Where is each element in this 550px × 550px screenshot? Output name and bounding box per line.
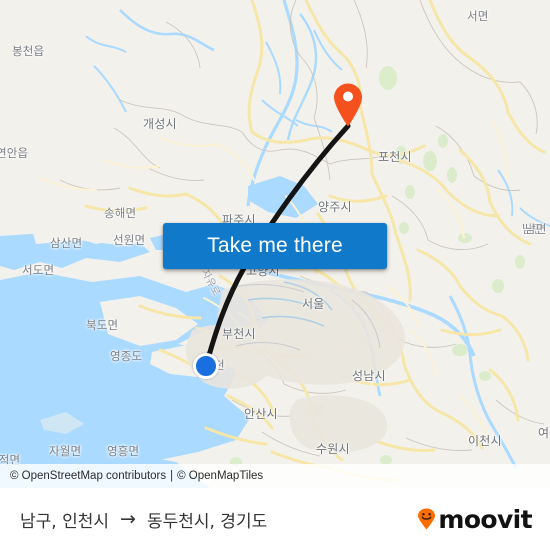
attribution-osm[interactable]: © OpenStreetMap contributors [10,470,166,482]
origin-marker[interactable] [193,353,219,379]
moovit-map-screenshot: 봉천읍 개성시 연안읍 송해면 서면 포천시 양주시 남면 파주시 고양시 서울 성남시 수원시 이천시 여… [0,0,550,550]
bottom-bar: 남구, 인천시 → 동두천시, 경기도 moovit [0,488,550,550]
map-canvas[interactable]: 봉천읍 개성시 연안읍 송해면 서면 포천시 양주시 남면 파주시 고양시 서울 성남시 수원시 이천시 여… [0,0,550,488]
attribution-separator: | [170,470,174,482]
moovit-pin-icon [418,508,436,530]
moovit-wordmark: moovit [438,504,532,534]
moovit-logo[interactable]: moovit [417,504,533,534]
arrow-right-icon: → [120,507,136,530]
trip-destination: 동두천시, 경기도 [146,511,268,532]
trip-origin: 남구, 인천시 [20,511,110,532]
take-me-there-button[interactable]: Take me there [163,223,387,269]
attribution-openmaptiles[interactable]: © OpenMapTiles [177,470,263,482]
map-attribution: © OpenStreetMap contributors | © OpenMap… [0,464,550,488]
trip-summary: 남구, 인천시 → 동두천시, 경기도 [20,507,267,532]
